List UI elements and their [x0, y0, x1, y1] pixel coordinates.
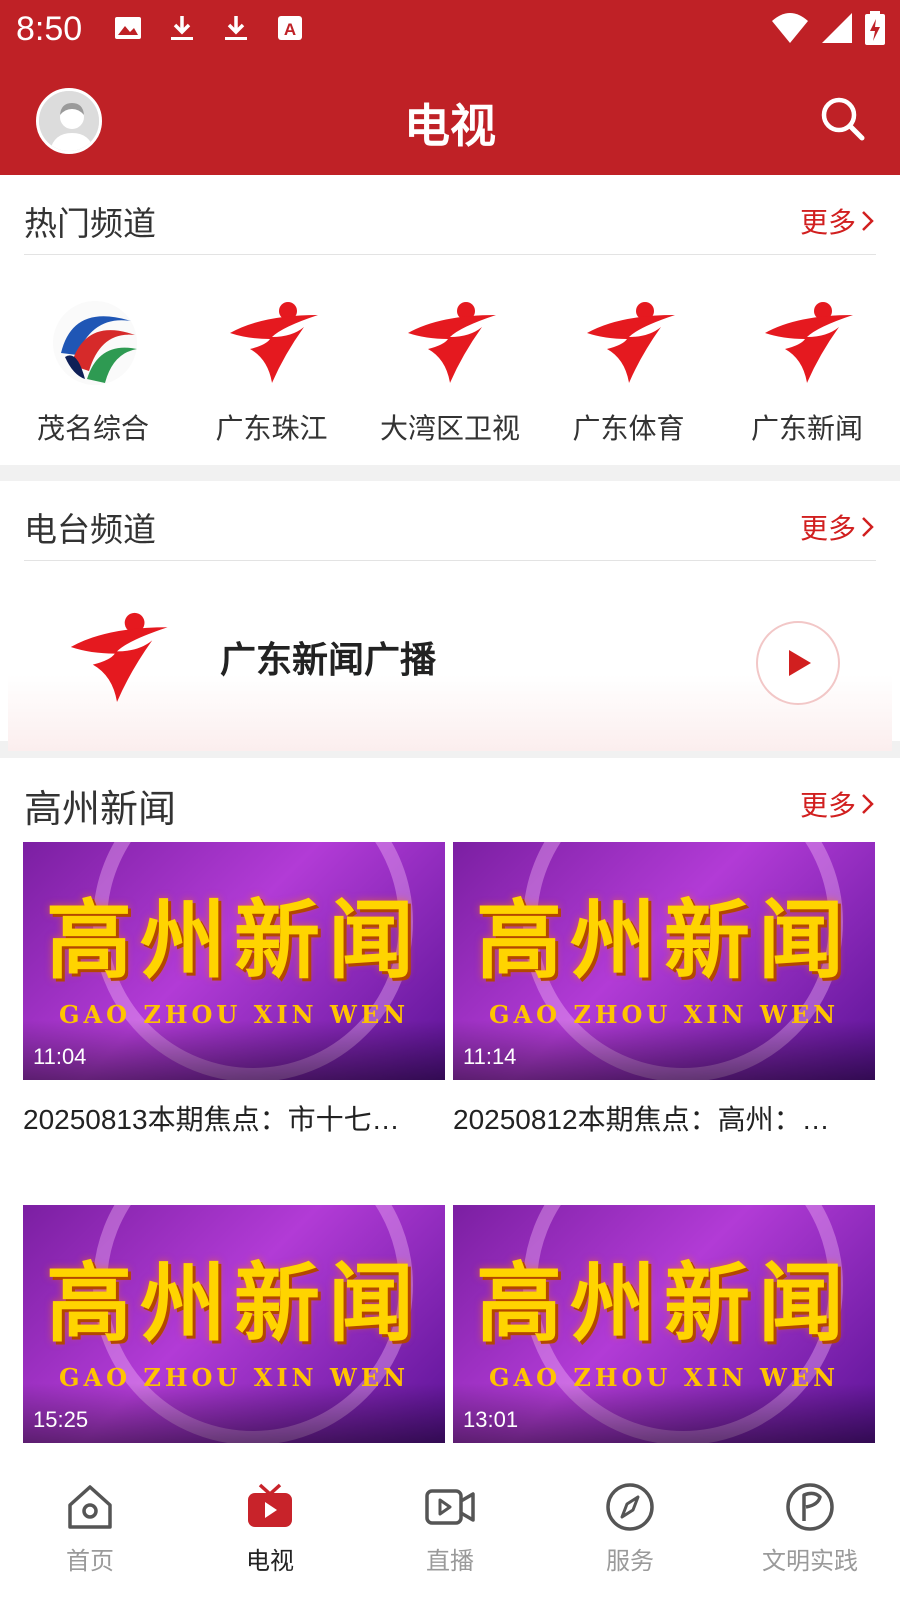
download-icon [220, 12, 252, 44]
section-title: 热门频道 [24, 204, 156, 243]
gdtv-logo-icon [757, 293, 857, 393]
tab-label: 电视 [246, 1547, 294, 1575]
section-title: 电台频道 [24, 510, 156, 549]
status-time: 8:50 [16, 10, 83, 48]
more-label: 更多 [799, 512, 856, 545]
home-icon [64, 1481, 116, 1533]
video-duration: 15:25 [33, 1407, 89, 1432]
flag-circle-icon [784, 1481, 836, 1533]
tab-label: 直播 [426, 1547, 474, 1575]
more-link[interactable]: 更多 [800, 507, 876, 547]
compass-icon [604, 1481, 656, 1533]
image-icon [112, 12, 144, 44]
play-icon [789, 650, 811, 676]
thumbnail-title: 高州新闻 [46, 1253, 422, 1354]
news-item[interactable]: 高州新闻 GAO ZHOU XIN WEN 11:04 20250813本期焦点… [23, 842, 445, 1205]
video-duration: 13:01 [463, 1407, 519, 1432]
maoming-logo-icon [43, 293, 143, 393]
more-link[interactable]: 更多 [800, 784, 876, 824]
chevron-right-icon [862, 211, 874, 231]
app-bar: 电视 [0, 60, 900, 175]
section-title: 高州新闻 [24, 787, 177, 831]
video-duration: 11:14 [463, 1044, 517, 1069]
channel-name: 茂名综合 [36, 412, 149, 445]
news-caption: 20250812本期焦点：高州：… [453, 1104, 830, 1135]
tab-label: 首页 [66, 1547, 114, 1575]
radio-station-name: 广东新闻广播 [220, 640, 437, 681]
notification-icons: A [112, 12, 306, 44]
radio-station-card[interactable]: 广东新闻广播 [8, 561, 892, 751]
gdtv-logo-icon [579, 293, 679, 393]
channel-item[interactable]: 广东珠江 [187, 293, 357, 447]
video-thumbnail[interactable]: 高州新闻 GAO ZHOU XIN WEN 11:14 [453, 842, 875, 1080]
gdtv-logo-icon [62, 603, 172, 713]
channel-name: 广东体育 [572, 412, 685, 445]
thumbnail-title: 高州新闻 [476, 1253, 852, 1354]
tab-live[interactable]: 直播 [360, 1455, 540, 1600]
hot-channels-section: 热门频道 更多 茂名综合 广东珠江 大湾区卫视 广东体育 广东新闻 [0, 175, 900, 465]
tab-civilization[interactable]: 文明实践 [720, 1455, 900, 1600]
signal-icon [822, 13, 852, 43]
bottom-tab-bar: 首页 电视 直播 服务 文明实践 [0, 1455, 900, 1600]
channel-name: 广东新闻 [750, 412, 863, 445]
video-duration: 11:04 [33, 1044, 87, 1069]
tab-tv[interactable]: 电视 [180, 1455, 360, 1600]
search-icon [821, 97, 865, 141]
channel-item[interactable]: 茂名综合 [8, 293, 178, 447]
app-a-icon: A [274, 12, 306, 44]
video-thumbnail[interactable]: 高州新闻 GAO ZHOU XIN WEN 13:01 [453, 1205, 875, 1443]
radio-section: 电台频道 更多 广东新闻广播 [0, 481, 900, 751]
channel-name: 广东珠江 [215, 412, 328, 445]
system-icons [770, 10, 886, 46]
more-label: 更多 [799, 206, 856, 239]
channel-item[interactable]: 广东体育 [544, 293, 714, 447]
page-title: 电视 [404, 99, 496, 153]
thumbnail-title: 高州新闻 [46, 890, 422, 991]
channel-item[interactable]: 大湾区卫视 [365, 293, 535, 447]
svg-text:A: A [284, 20, 296, 39]
live-video-icon [424, 1481, 476, 1533]
play-button[interactable] [756, 621, 840, 705]
tab-services[interactable]: 服务 [540, 1455, 720, 1600]
tab-home[interactable]: 首页 [0, 1455, 180, 1600]
thumbnail-title: 高州新闻 [476, 890, 852, 991]
battery-icon [865, 11, 885, 45]
status-bar: 8:50 A [0, 0, 900, 60]
channel-item[interactable]: 广东新闻 [722, 293, 892, 447]
gdtv-logo-icon [400, 293, 500, 393]
news-caption: 20250813本期焦点：市十七… [23, 1104, 400, 1135]
wifi-icon [772, 13, 808, 43]
video-thumbnail[interactable]: 高州新闻 GAO ZHOU XIN WEN 11:04 [23, 842, 445, 1080]
more-link[interactable]: 更多 [800, 201, 876, 241]
channel-name: 大湾区卫视 [379, 412, 520, 445]
more-label: 更多 [799, 789, 856, 822]
tab-label: 服务 [606, 1547, 654, 1575]
chevron-right-icon [862, 794, 874, 814]
tab-label: 文明实践 [762, 1547, 858, 1575]
news-item[interactable]: 高州新闻 GAO ZHOU XIN WEN 11:14 20250812本期焦点… [453, 842, 875, 1205]
tv-icon [244, 1481, 296, 1533]
video-thumbnail[interactable]: 高州新闻 GAO ZHOU XIN WEN 15:25 [23, 1205, 445, 1443]
news-section: 高州新闻 更多 高州新闻 GAO ZHOU XIN WEN 11:04 2025… [0, 758, 900, 1455]
download-icon [166, 12, 198, 44]
chevron-right-icon [862, 517, 874, 537]
search-button[interactable] [818, 94, 868, 144]
gdtv-logo-icon [222, 293, 322, 393]
